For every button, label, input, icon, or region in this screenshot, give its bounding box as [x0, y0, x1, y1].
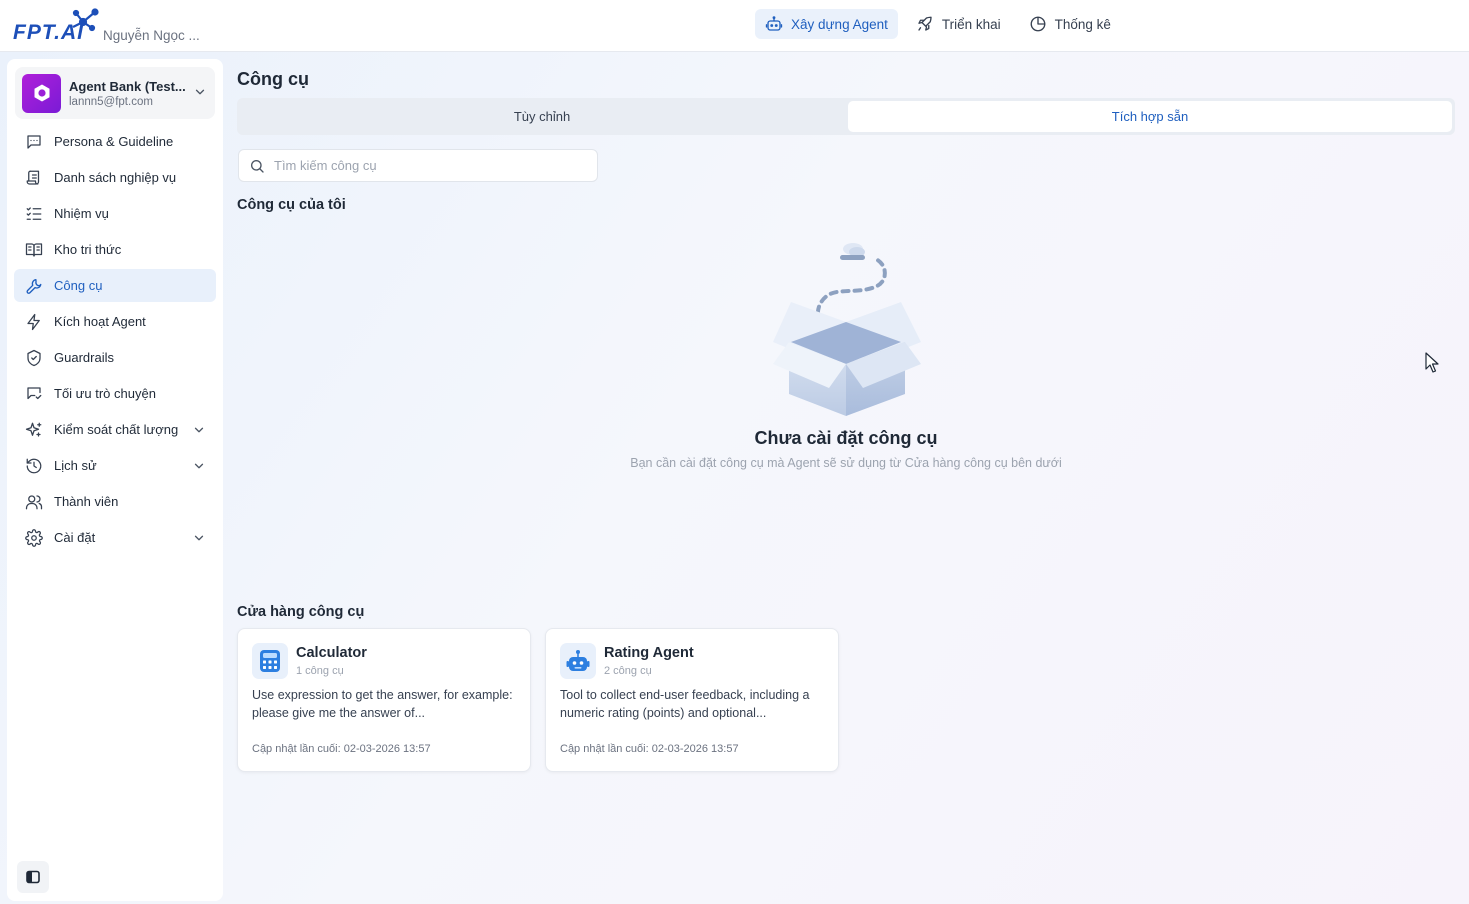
sidebar-item-tasks[interactable]: Nhiệm vụ [14, 197, 216, 230]
search-icon [250, 159, 264, 173]
chevron-down-icon [195, 89, 205, 95]
wrench-icon [26, 278, 42, 294]
empty-state-title: Chưa cài đặt công cụ [754, 428, 938, 448]
sidebar-item-business-list[interactable]: Danh sách nghiệp vụ [14, 161, 216, 194]
agent-name: Agent Bank (Test... [69, 78, 186, 94]
top-nav: Xây dựng Agent Triển khai Thống kê [755, 9, 1121, 39]
agent-avatar [22, 73, 61, 113]
sidebar-item-activate-agent[interactable]: Kích hoạt Agent [14, 305, 216, 338]
sidebar-item-label: Guardrails [54, 350, 114, 365]
sidebar-item-label: Nhiệm vụ [54, 206, 109, 221]
chevron-down-icon [194, 427, 204, 433]
sparkle-icon [25, 422, 42, 437]
sidebar-item-settings[interactable]: Cài đặt [14, 521, 216, 554]
rocket-icon [918, 16, 932, 31]
chat-optimize-icon [27, 386, 42, 399]
sidebar-toggle-icon [26, 870, 40, 884]
sidebar-item-label: Công cụ [54, 278, 103, 293]
users-icon [25, 494, 43, 509]
tool-card-count: 2 công cụ [604, 665, 652, 677]
empty-state-description: Bạn cần cài đặt công cụ mà Agent sẽ sử d… [630, 456, 1062, 470]
sidebar: Agent Bank (Test... lannn5@fpt.com Perso… [7, 59, 223, 901]
sidebar-item-label: Danh sách nghiệp vụ [54, 170, 177, 185]
tool-card-count: 1 công cụ [296, 665, 344, 677]
chat-bubble-icon [27, 134, 41, 149]
sidebar-item-label: Tối ưu trò chuyện [54, 386, 156, 401]
sidebar-item-label: Kích hoạt Agent [54, 314, 146, 329]
tool-card-description: Tool to collect end-user feedback, inclu… [560, 688, 810, 720]
tool-card-calculator[interactable]: Calculator 1 công cụ Use expression to g… [237, 628, 531, 772]
user-name[interactable]: Nguyễn Ngọc ... [103, 28, 200, 43]
tool-card-name: Rating Agent [604, 645, 694, 661]
gear-icon [25, 528, 43, 547]
sidebar-item-chat-optimize[interactable]: Tối ưu trò chuyện [14, 377, 216, 410]
nav-statistics-label: Thống kê [1054, 16, 1111, 32]
sidebar-item-knowledge[interactable]: Kho tri thức [14, 233, 216, 266]
book-icon [25, 242, 43, 257]
tool-card-name: Calculator [296, 645, 367, 661]
tool-tabs: Tùy chỉnh Tích hợp sẵn [237, 98, 1455, 135]
sidebar-item-persona[interactable]: Persona & Guideline [14, 125, 216, 158]
sidebar-item-label: Lịch sử [54, 458, 97, 473]
nav-deploy[interactable]: Triển khai [906, 9, 1011, 39]
nav-deploy-label: Triển khai [941, 16, 1001, 32]
sidebar-item-label: Kho tri thức [54, 242, 122, 257]
sidebar-item-label: Kiểm soát chất lượng [54, 422, 179, 437]
sidebar-item-members[interactable]: Thành viên [14, 485, 216, 518]
nav-statistics[interactable]: Thống kê [1019, 9, 1121, 39]
history-icon [26, 458, 42, 473]
sidebar-collapse-button[interactable] [17, 861, 49, 893]
tab-custom[interactable]: Tùy chỉnh [240, 101, 844, 132]
sidebar-item-label: Persona & Guideline [54, 134, 174, 149]
lightning-icon [27, 313, 40, 330]
tab-integrated[interactable]: Tích hợp sẵn [848, 101, 1452, 132]
fpt-ai-logo[interactable]: FPT.AI [13, 8, 103, 44]
chevron-down-icon [194, 535, 204, 541]
pie-chart-icon [1030, 16, 1046, 32]
robot-icon [560, 643, 596, 679]
page-title: Công cụ [237, 69, 309, 89]
top-bar: FPT.AI Nguyễn Ngọc ... Xây dựng Agent Tr… [0, 0, 1469, 52]
tool-card-description: Use expression to get the answer, for ex… [252, 688, 513, 720]
search-box [238, 149, 598, 182]
mouse-cursor-icon [1425, 352, 1439, 373]
my-tools-title: Công cụ của tôi [237, 197, 346, 213]
agent-selector[interactable]: Agent Bank (Test... lannn5@fpt.com [15, 67, 215, 119]
shield-icon [27, 349, 41, 366]
robot-icon [765, 16, 783, 31]
sidebar-item-history[interactable]: Lịch sử [14, 449, 216, 482]
agent-email: lannn5@fpt.com [69, 95, 153, 108]
calculator-icon [252, 643, 288, 679]
tool-card-updated: Cập nhật lần cuối: 02-03-2026 13:57 [252, 743, 431, 755]
empty-box-illustration [765, 240, 927, 420]
svg-text:FPT.AI: FPT.AI [13, 21, 84, 44]
tool-card-rating-agent[interactable]: Rating Agent 2 công cụ Tool to collect e… [545, 628, 839, 772]
tool-card-updated: Cập nhật lần cuối: 02-03-2026 13:57 [560, 743, 739, 755]
sidebar-item-quality-control[interactable]: Kiểm soát chất lượng [14, 413, 216, 446]
scroll-icon [26, 170, 40, 185]
sidebar-item-guardrails[interactable]: Guardrails [14, 341, 216, 374]
chevron-down-icon [194, 463, 204, 469]
sidebar-item-tools[interactable]: Công cụ [14, 269, 216, 302]
search-input[interactable] [274, 158, 574, 173]
nav-build-agent-label: Xây dựng Agent [791, 16, 888, 32]
sidebar-item-label: Thành viên [54, 494, 119, 509]
sidebar-menu: Persona & Guideline Danh sách nghiệp vụ … [14, 125, 216, 557]
nav-build-agent[interactable]: Xây dựng Agent [755, 9, 898, 39]
sidebar-item-label: Cài đặt [54, 530, 96, 545]
checklist-icon [26, 206, 42, 220]
tool-store-title: Cửa hàng công cụ [237, 604, 365, 620]
